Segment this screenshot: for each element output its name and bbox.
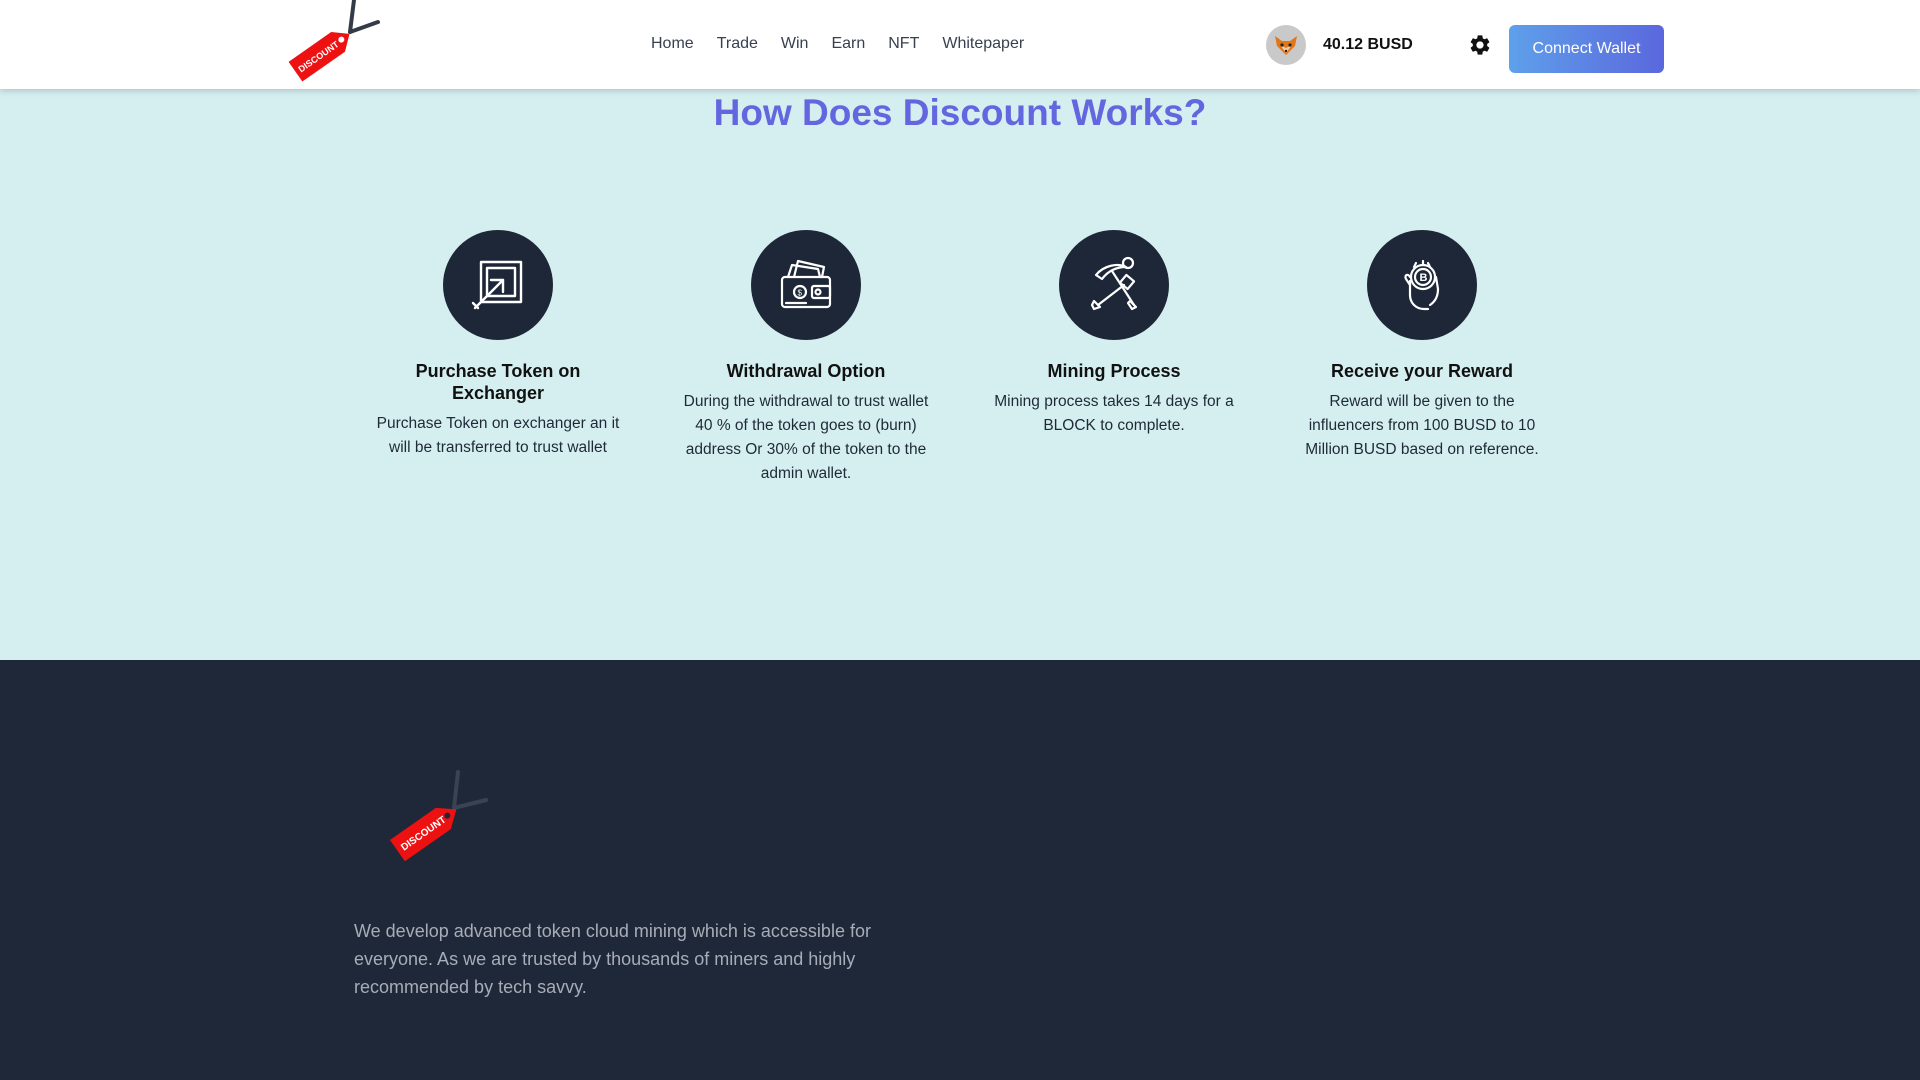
connect-wallet-button[interactable]: Connect Wallet xyxy=(1509,25,1664,73)
step-title: Receive your Reward xyxy=(1330,361,1514,381)
discount-tag-logo[interactable]: DISCOUNT xyxy=(278,0,388,90)
step-card-purchase: Purchase Token on Exchanger Purchase Tok… xyxy=(368,230,628,460)
nav-trade[interactable]: Trade xyxy=(717,33,758,55)
section-title: How Does Discount Works? xyxy=(713,92,1207,133)
gear-icon[interactable] xyxy=(1468,33,1492,57)
site-header: DISCOUNT Home Trade Win Earn NFT Whitepa… xyxy=(0,0,1920,89)
main-nav: Home Trade Win Earn NFT Whitepaper xyxy=(651,33,1047,55)
step-card-mining: Mining Process Mining process takes 14 d… xyxy=(984,230,1244,438)
site-footer: DISCOUNT We develop advanced token cloud… xyxy=(0,660,1920,1080)
nav-earn[interactable]: Earn xyxy=(831,33,865,55)
nav-home[interactable]: Home xyxy=(651,33,694,55)
nav-win[interactable]: Win xyxy=(781,33,809,55)
step-icon-circle xyxy=(443,230,553,340)
wallet-avatar[interactable] xyxy=(1266,25,1306,65)
step-title: Withdrawal Option xyxy=(726,361,886,381)
wallet-balance: 40.12 BUSD xyxy=(1323,36,1413,53)
nav-nft[interactable]: NFT xyxy=(888,33,919,55)
svg-text:B: B xyxy=(1420,272,1428,284)
step-title: Mining Process xyxy=(1047,361,1181,381)
hand-coin-icon: B xyxy=(1404,259,1440,311)
step-icon-circle: B xyxy=(1367,230,1477,340)
pickaxe-shovel-icon xyxy=(1090,256,1138,311)
fox-icon xyxy=(1275,36,1297,55)
step-description: Mining process takes 14 days for a BLOCK… xyxy=(994,393,1234,434)
exchange-arrow-icon xyxy=(471,260,523,310)
wallet-cash-icon: $ xyxy=(780,259,832,309)
step-card-reward: B Receive your Reward Reward will be giv… xyxy=(1292,230,1552,462)
step-title: Purchase Token on Exchanger xyxy=(415,361,581,403)
svg-text:$: $ xyxy=(798,289,803,298)
step-description: During the withdrawal to trust wallet 40… xyxy=(683,393,929,482)
step-description: Reward will be given to the influencers … xyxy=(1305,393,1539,458)
step-icon-circle: $ xyxy=(751,230,861,340)
step-icon-circle xyxy=(1059,230,1169,340)
discount-tag-logo[interactable]: DISCOUNT xyxy=(380,770,500,870)
step-card-withdrawal: $ Withdrawal Option During the withdrawa… xyxy=(676,230,936,486)
step-description: Purchase Token on exchanger an it will b… xyxy=(376,415,620,456)
nav-whitepaper[interactable]: Whitepaper xyxy=(942,33,1024,55)
footer-description: We develop advanced token cloud mining w… xyxy=(354,921,871,997)
